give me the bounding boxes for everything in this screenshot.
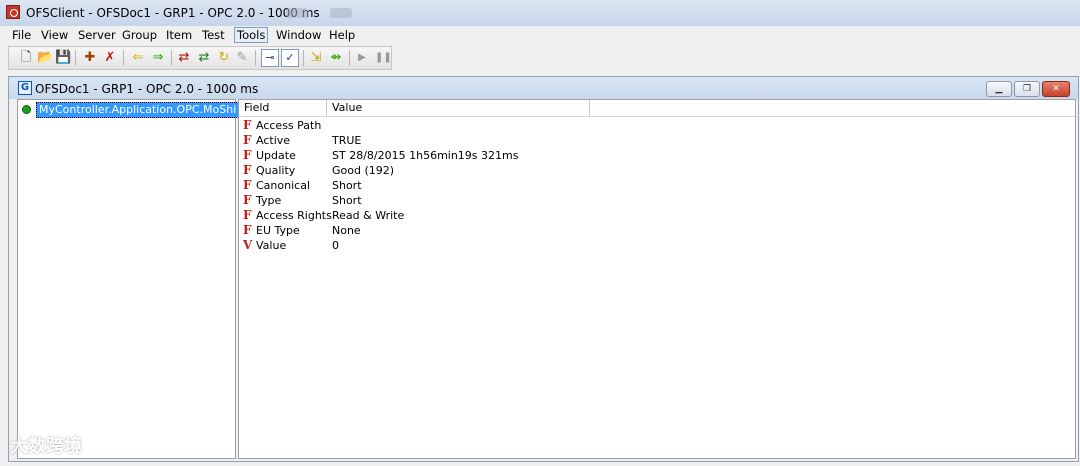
menu-window[interactable]: Window (276, 28, 321, 42)
field-value: 0 (332, 239, 339, 252)
table-row[interactable]: F Type Short (239, 193, 1075, 208)
close-button[interactable]: ✕ (1042, 81, 1070, 97)
field-icon: F (243, 118, 252, 132)
pause-icon[interactable]: ❚❚ (375, 51, 392, 65)
table-row[interactable]: F Quality Good (192) (239, 163, 1075, 178)
field-name: Quality (256, 164, 296, 177)
document-window: G OFSDoc1 - GRP1 - OPC 2.0 - 1000 ms ▁ ❐… (8, 76, 1079, 462)
field-icon: F (243, 208, 252, 222)
field-icon: F (243, 163, 252, 177)
field-name: Access Rights (256, 209, 332, 222)
menu-tools[interactable]: Tools (234, 27, 269, 43)
field-icon: F (243, 148, 252, 162)
field-name: Active (256, 134, 291, 147)
window-title: OFSClient - OFSDoc1 - GRP1 - OPC 2.0 - 1… (26, 6, 320, 20)
arrow-left-icon[interactable]: ⇐ (131, 51, 145, 65)
swap-icon[interactable]: ⇄ (177, 51, 191, 65)
field-name: Access Path (256, 119, 322, 132)
blurred-text (330, 8, 352, 18)
status-ok-icon (22, 105, 31, 114)
arrow-right-icon[interactable]: ⇒ (151, 51, 165, 65)
menu-server[interactable]: Server (78, 28, 116, 42)
field-icon: F (243, 193, 252, 207)
column-header-field[interactable]: Field (239, 100, 327, 116)
export-icon[interactable]: ⇴ (329, 51, 343, 65)
field-value: ST 28/8/2015 1h56min19s 321ms (332, 149, 519, 162)
field-value: Short (332, 179, 362, 192)
field-name: EU Type (256, 224, 300, 237)
field-name: Update (256, 149, 296, 162)
toolbar-separator (303, 50, 304, 66)
toolbar-separator (255, 50, 256, 66)
properties-list: Field Value F Access Path F Active TRUE … (238, 99, 1076, 459)
save-icon[interactable]: 💾 (55, 51, 71, 65)
toolbar: 🗋 📂 💾 ✚ ✗ ⇐ ⇒ ⇄ ⇄ ↻ ✎ ⊸ ✓ ⇲ ⇴ ▶ ❚❚ (8, 46, 392, 70)
tree-pane: MyController.Application.OPC.MoShi (17, 99, 240, 459)
list-header: Field Value (239, 100, 1075, 117)
field-value: None (332, 224, 361, 237)
document-title: OFSDoc1 - GRP1 - OPC 2.0 - 1000 ms (35, 82, 259, 96)
table-row[interactable]: F Access Rights Read & Write (239, 208, 1075, 223)
open-folder-icon[interactable]: 📂 (37, 51, 53, 65)
toolbar-separator (349, 50, 350, 66)
toolbar-separator (75, 50, 76, 66)
toolbar-separator (123, 50, 124, 66)
table-row[interactable]: F Canonical Short (239, 178, 1075, 193)
field-name: Value (256, 239, 287, 252)
title-bar: OFSClient - OFSDoc1 - GRP1 - OPC 2.0 - 1… (0, 0, 1080, 27)
field-value: TRUE (332, 134, 362, 147)
field-value: Good (192) (332, 164, 395, 177)
add-item-icon[interactable]: ✚ (83, 51, 97, 65)
field-value: Short (332, 194, 362, 207)
field-name: Canonical (256, 179, 310, 192)
watermark: 大数跨境 (10, 436, 82, 457)
column-header-value[interactable]: Value (327, 100, 590, 116)
delete-item-icon[interactable]: ✗ (103, 51, 117, 65)
field-icon: F (243, 178, 252, 192)
play-icon[interactable]: ▶ (355, 51, 369, 65)
app-icon[interactable] (6, 5, 20, 19)
refresh-icon[interactable]: ↻ (217, 51, 231, 65)
menu-help[interactable]: Help (329, 28, 355, 42)
tree-item-selected[interactable]: MyController.Application.OPC.MoShi (36, 102, 240, 118)
menu-view[interactable]: View (41, 28, 68, 42)
menu-test[interactable]: Test (202, 28, 225, 42)
field-name: Type (256, 194, 282, 207)
table-row[interactable]: F Update ST 28/8/2015 1h56min19s 321ms (239, 148, 1075, 163)
field-value: Read & Write (332, 209, 405, 222)
table-row[interactable]: F Access Path (239, 118, 1075, 133)
read-icon[interactable]: ⊸ (261, 49, 279, 67)
menu-file[interactable]: File (12, 28, 31, 42)
menu-item[interactable]: Item (166, 28, 192, 42)
minimize-button[interactable]: ▁ (986, 81, 1012, 97)
menu-bar: File View Server Group Item Test Tools W… (0, 26, 1080, 44)
check-icon[interactable]: ✓ (281, 49, 299, 67)
document-icon[interactable]: G (18, 81, 32, 95)
toolbar-separator (171, 50, 172, 66)
table-row[interactable]: V Value 0 (239, 238, 1075, 253)
table-row[interactable]: F EU Type None (239, 223, 1075, 238)
import-icon[interactable]: ⇲ (309, 51, 323, 65)
table-row[interactable]: F Active TRUE (239, 133, 1075, 148)
menu-group[interactable]: Group (122, 28, 157, 42)
blurred-text (286, 8, 308, 18)
write-icon[interactable]: ✎ (235, 51, 249, 65)
value-icon: V (243, 238, 253, 252)
field-icon: F (243, 133, 252, 147)
document-title-bar: G OFSDoc1 - GRP1 - OPC 2.0 - 1000 ms ▁ ❐… (9, 77, 1078, 99)
swap-alt-icon[interactable]: ⇄ (197, 51, 211, 65)
new-file-icon[interactable]: 🗋 (19, 51, 33, 65)
restore-button[interactable]: ❐ (1014, 81, 1040, 97)
field-icon: F (243, 223, 252, 237)
